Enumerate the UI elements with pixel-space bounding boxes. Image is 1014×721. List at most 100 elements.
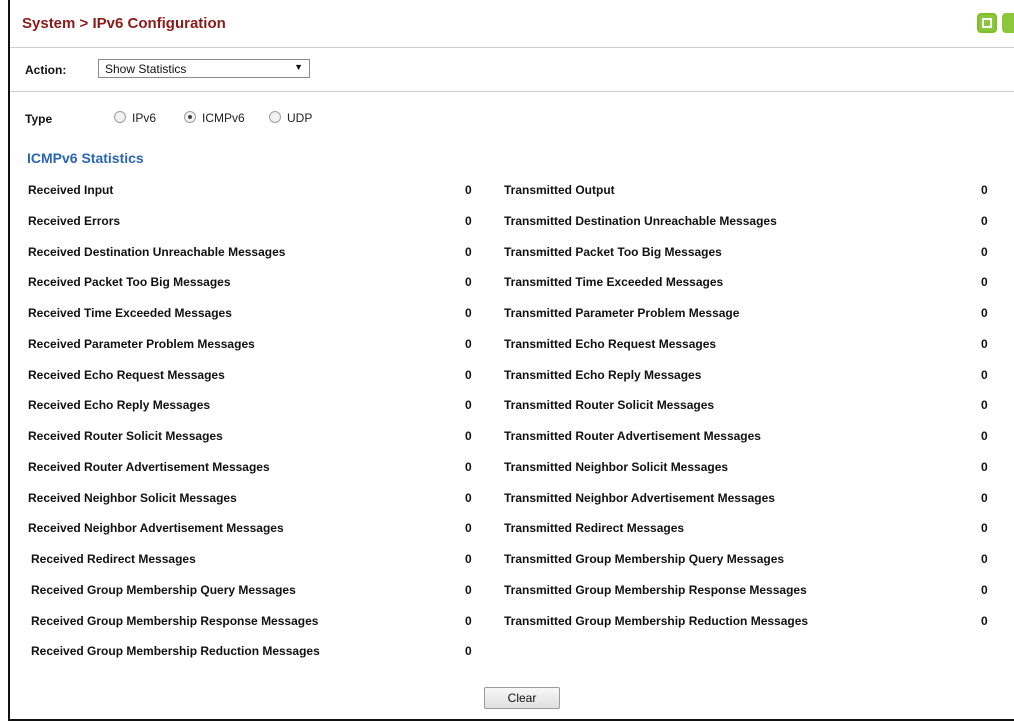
transmitted-value: 0 — [981, 183, 988, 197]
received-label: Received Parameter Problem Messages — [28, 337, 255, 351]
received-value: 0 — [465, 398, 472, 412]
received-row: Received Neighbor Solicit Messages 0 — [28, 491, 485, 509]
transmitted-row: Transmitted Redirect Messages 0 — [504, 521, 1001, 539]
clear-button[interactable]: Clear — [484, 687, 560, 709]
received-row: Received Group Membership Query Messages… — [31, 583, 488, 601]
transmitted-value: 0 — [981, 521, 988, 535]
transmitted-row: Transmitted Router Solicit Messages 0 — [504, 398, 1001, 416]
transmitted-value: 0 — [981, 583, 988, 597]
received-value: 0 — [465, 614, 472, 628]
transmitted-value: 0 — [981, 398, 988, 412]
received-value: 0 — [465, 491, 472, 505]
received-label: Received Time Exceeded Messages — [28, 306, 232, 320]
transmitted-label: Transmitted Neighbor Solicit Messages — [504, 460, 729, 474]
received-label: Received Redirect Messages — [31, 552, 196, 566]
received-value: 0 — [465, 337, 472, 351]
transmitted-label: Transmitted Packet Too Big Messages — [504, 245, 722, 259]
action-row: Action: Show Statistics ▼ — [10, 48, 1014, 92]
transmitted-row: Transmitted Destination Unreachable Mess… — [504, 214, 1001, 232]
transmitted-value: 0 — [981, 306, 988, 320]
transmitted-row: Transmitted Packet Too Big Messages 0 — [504, 245, 1001, 263]
transmitted-value: 0 — [981, 614, 988, 628]
received-row: Received Packet Too Big Messages 0 — [28, 275, 485, 293]
transmitted-value: 0 — [981, 491, 988, 505]
transmitted-label: Transmitted Echo Reply Messages — [504, 368, 702, 382]
action-label: Action: — [25, 63, 67, 77]
transmitted-value: 0 — [981, 460, 988, 474]
received-value: 0 — [465, 521, 472, 535]
received-label: Received Group Membership Query Messages — [31, 583, 296, 597]
transmitted-label: Transmitted Output — [504, 183, 615, 197]
type-row: Type IPv6 ICMPv6 UDP — [10, 108, 610, 128]
received-row: Received Errors 0 — [28, 214, 485, 232]
received-value: 0 — [465, 183, 472, 197]
received-row: Received Neighbor Advertisement Messages… — [28, 521, 485, 539]
received-row: Received Redirect Messages 0 — [31, 552, 488, 570]
received-row: Received Input 0 — [28, 183, 485, 201]
received-value: 0 — [465, 306, 472, 320]
transmitted-label: Transmitted Group Membership Response Me… — [504, 583, 807, 597]
save-icon[interactable] — [977, 13, 997, 33]
received-row: Received Router Advertisement Messages 0 — [28, 460, 485, 478]
received-label: Received Neighbor Advertisement Messages — [28, 521, 284, 535]
transmitted-row: Transmitted Neighbor Advertisement Messa… — [504, 491, 1001, 509]
received-row: Received Parameter Problem Messages 0 — [28, 337, 485, 355]
received-label: Received Errors — [28, 214, 121, 228]
page-title: System > IPv6 Configuration — [22, 15, 226, 32]
received-row: Received Group Membership Reduction Mess… — [31, 644, 488, 662]
received-row: Received Router Solicit Messages 0 — [28, 429, 485, 447]
transmitted-row: Transmitted Parameter Problem Message 0 — [504, 306, 1001, 324]
chevron-down-icon: ▼ — [294, 62, 303, 72]
transmitted-label: Transmitted Destination Unreachable Mess… — [504, 214, 777, 228]
transmitted-label: Transmitted Time Exceeded Messages — [504, 275, 724, 289]
transmitted-value: 0 — [981, 337, 988, 351]
transmitted-row: Transmitted Echo Request Messages 0 — [504, 337, 1001, 355]
radio-ipv6[interactable] — [114, 111, 126, 123]
transmitted-row: Transmitted Neighbor Solicit Messages 0 — [504, 460, 1001, 478]
transmitted-row: Transmitted Output 0 — [504, 183, 1001, 201]
transmitted-row: Transmitted Group Membership Response Me… — [504, 583, 1001, 601]
received-label: Received Packet Too Big Messages — [28, 275, 231, 289]
received-row: Received Time Exceeded Messages 0 — [28, 306, 485, 324]
transmitted-value: 0 — [981, 368, 988, 382]
transmitted-label: Transmitted Group Membership Query Messa… — [504, 552, 785, 566]
radio-ipv6-label[interactable]: IPv6 — [132, 111, 156, 125]
radio-udp-label[interactable]: UDP — [287, 111, 312, 125]
transmitted-row: Transmitted Echo Reply Messages 0 — [504, 368, 1001, 386]
ipv6-config-panel: System > IPv6 Configuration Action: Show… — [8, 0, 1014, 721]
received-value: 0 — [465, 368, 472, 382]
received-label: Received Destination Unreachable Message… — [28, 245, 286, 259]
transmitted-row: Transmitted Router Advertisement Message… — [504, 429, 1001, 447]
transmitted-label: Transmitted Redirect Messages — [504, 521, 685, 535]
radio-icmpv6[interactable] — [184, 111, 196, 123]
radio-udp[interactable] — [269, 111, 281, 123]
transmitted-value: 0 — [981, 429, 988, 443]
received-label: Received Router Solicit Messages — [28, 429, 223, 443]
transmitted-label: Transmitted Echo Request Messages — [504, 337, 717, 351]
section-title: ICMPv6 Statistics — [27, 150, 144, 166]
received-value: 0 — [465, 429, 472, 443]
transmitted-row: Transmitted Time Exceeded Messages 0 — [504, 275, 1001, 293]
transmitted-value: 0 — [981, 214, 988, 228]
received-row: Received Group Membership Response Messa… — [31, 614, 488, 632]
received-label: Received Neighbor Solicit Messages — [28, 491, 237, 505]
transmitted-label: Transmitted Parameter Problem Message — [504, 306, 740, 320]
action-select[interactable]: Show Statistics ▼ — [98, 59, 310, 78]
received-value: 0 — [465, 644, 472, 658]
transmitted-label: Transmitted Neighbor Advertisement Messa… — [504, 491, 775, 505]
received-label: Received Group Membership Response Messa… — [31, 614, 319, 628]
received-value: 0 — [465, 460, 472, 474]
received-row: Received Destination Unreachable Message… — [28, 245, 485, 263]
transmitted-value: 0 — [981, 552, 988, 566]
transmitted-label: Transmitted Router Solicit Messages — [504, 398, 715, 412]
toolbar-icon[interactable] — [1002, 13, 1014, 33]
transmitted-label: Transmitted Router Advertisement Message… — [504, 429, 761, 443]
radio-icmpv6-label[interactable]: ICMPv6 — [202, 111, 245, 125]
received-label: Received Echo Reply Messages — [28, 398, 211, 412]
received-label: Received Group Membership Reduction Mess… — [31, 644, 320, 658]
type-label: Type — [25, 112, 53, 126]
received-value: 0 — [465, 583, 472, 597]
transmitted-label: Transmitted Group Membership Reduction M… — [504, 614, 809, 628]
received-value: 0 — [465, 552, 472, 566]
received-value: 0 — [465, 214, 472, 228]
